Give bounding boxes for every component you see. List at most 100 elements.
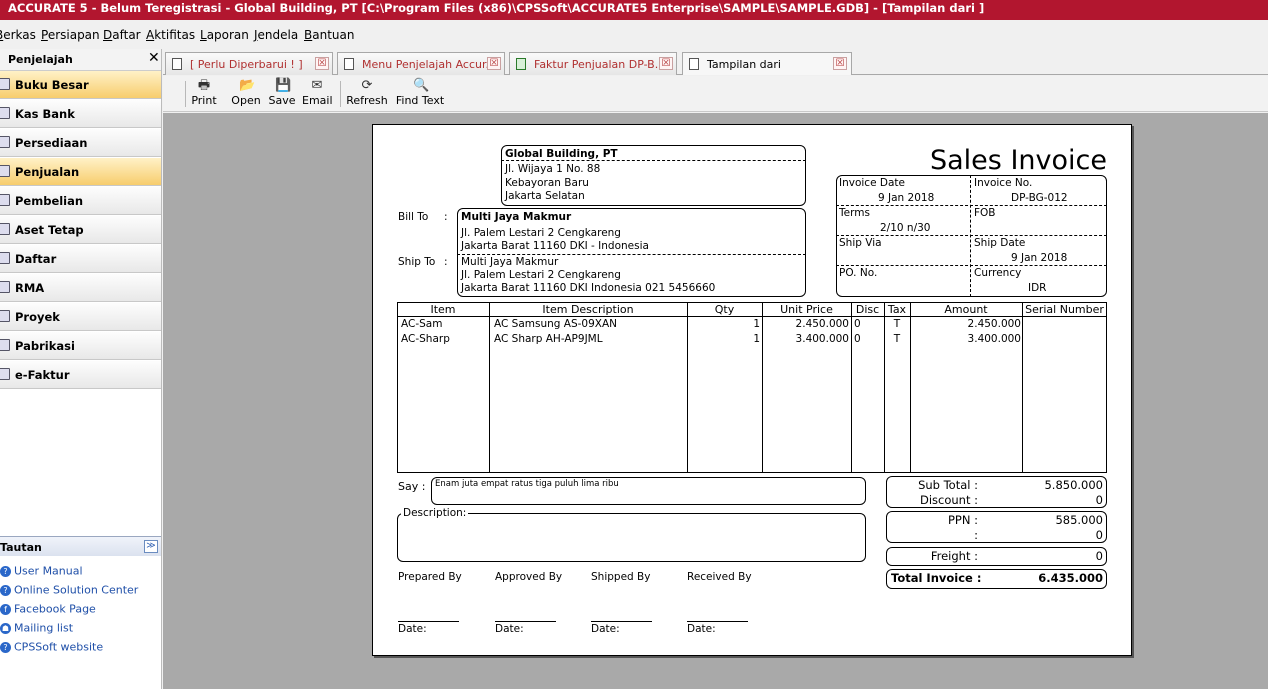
- menu-laporan[interactable]: Laporan: [200, 28, 249, 42]
- ship-to-address-2: Jakarta Barat 11160 DKI Indonesia 021 54…: [461, 282, 716, 294]
- menu-jendela[interactable]: Jendela: [254, 28, 298, 42]
- tab-faktur-penjualan[interactable]: Faktur Penjualan DP-B... ☒: [509, 52, 677, 75]
- module-icon: [0, 368, 10, 380]
- menu-aktifitas[interactable]: Aktifitas: [146, 28, 195, 42]
- divider: [501, 160, 806, 161]
- nav-item-kas-bank[interactable]: Kas Bank: [0, 100, 161, 128]
- nav-item-persediaan[interactable]: Persediaan: [0, 129, 161, 157]
- table-cell-tax: T: [893, 318, 901, 330]
- signature-line: [591, 621, 652, 622]
- other-tax-value: 0: [1095, 528, 1103, 542]
- find-text-button[interactable]: 🔍 Find Text: [395, 78, 445, 108]
- print-button[interactable]: 🖶 Print: [191, 79, 217, 108]
- help-icon: ?: [0, 584, 11, 596]
- nav-item-daftar[interactable]: Daftar: [0, 245, 161, 273]
- nav-item-penjualan[interactable]: Penjualan: [0, 158, 161, 186]
- column-divider: [1022, 302, 1023, 473]
- signature-line: [495, 621, 556, 622]
- menu-persiapan[interactable]: Persiapan: [41, 28, 100, 42]
- column-header: Serial Number: [1025, 303, 1104, 316]
- tab-label: Faktur Penjualan DP-B...: [534, 58, 666, 71]
- nav-item-buku-besar[interactable]: Buku Besar: [0, 71, 161, 99]
- menu-bantuan[interactable]: Bantuan: [304, 28, 354, 42]
- module-icon: [0, 223, 10, 235]
- terms: 2/10 n/30: [880, 222, 931, 234]
- nav-item-pembelian[interactable]: Pembelian: [0, 187, 161, 215]
- close-icon[interactable]: ✕: [148, 50, 160, 66]
- email-button[interactable]: ✉ Email: [302, 78, 333, 108]
- save-button[interactable]: 💾 Save: [268, 78, 296, 108]
- tautan-link-mailing-list[interactable]: ☗ Mailing list: [0, 621, 73, 635]
- shipped-by-label: Shipped By: [591, 571, 651, 583]
- module-icon: [0, 107, 10, 119]
- table-cell-desc: AC Sharp AH-AP9JML: [494, 333, 603, 345]
- bill-to-label: Bill To: [398, 211, 429, 223]
- help-icon: ?: [0, 565, 11, 577]
- invoice-date: 9 Jan 2018: [878, 192, 935, 204]
- tautan-link-label: Mailing list: [14, 621, 74, 635]
- divider: [836, 205, 1107, 206]
- open-button[interactable]: 📂 Open: [231, 79, 261, 108]
- module-icon: [0, 136, 10, 148]
- facebook-icon: f: [0, 603, 11, 615]
- open-label: Open: [231, 94, 261, 107]
- table-cell-item: AC-Sharp: [401, 333, 450, 345]
- nav-item-label: Kas Bank: [15, 107, 75, 121]
- nav-item-proyek[interactable]: Proyek: [0, 303, 161, 331]
- ship-to-label: Ship To: [398, 256, 436, 268]
- total-value: 6.435.000: [1038, 571, 1103, 585]
- bill-to-address-1: Jl. Palem Lestari 2 Cengkareng: [461, 227, 621, 239]
- bill-to-colon: :: [444, 211, 448, 223]
- tautan-link-cpssoft-website[interactable]: ? CPSSoft website: [0, 640, 103, 654]
- nav-item-pabrikasi[interactable]: Pabrikasi: [0, 332, 161, 360]
- discount-label: Discount :: [919, 493, 978, 507]
- currency: IDR: [1028, 282, 1047, 294]
- invoice-date-label: Invoice Date: [839, 177, 905, 189]
- tautan-link-online-solution-center[interactable]: ? Online Solution Center: [0, 583, 138, 597]
- menu-daftar[interactable]: Daftar: [103, 28, 141, 42]
- tab-perlu-diperbarui[interactable]: [ Perlu Diperbarui ! ] ☒: [165, 52, 333, 75]
- save-icon: 💾: [275, 78, 292, 93]
- nav-item-label: Proyek: [15, 310, 60, 324]
- tab-menu-penjelajah[interactable]: Menu Penjelajah Accur... ☒: [337, 52, 505, 75]
- date-label: Date:: [495, 623, 524, 635]
- email-icon: ✉: [311, 78, 323, 93]
- tab-tampilan-dari[interactable]: Tampilan dari ☒: [682, 52, 852, 75]
- tab-close-icon[interactable]: ☒: [315, 57, 329, 70]
- nav-item-label: RMA: [15, 281, 45, 295]
- ship-to-colon: :: [444, 256, 448, 268]
- say-label: Say :: [398, 480, 426, 493]
- tab-close-icon[interactable]: ☒: [487, 57, 501, 70]
- find-icon: 🔍: [413, 78, 430, 93]
- company-address-3: Jakarta Selatan: [505, 190, 585, 202]
- subtotal-value: 5.850.000: [1044, 478, 1103, 492]
- table-cell-desc: AC Samsung AS-09XAN: [494, 318, 618, 330]
- ship-date: 9 Jan 2018: [1011, 252, 1068, 264]
- nav-item-label: Pembelian: [15, 194, 84, 208]
- tab-close-icon[interactable]: ☒: [833, 57, 847, 70]
- tab-close-icon[interactable]: ☒: [659, 57, 673, 70]
- company-address-2: Kebayoran Baru: [505, 177, 589, 189]
- bill-to-address-2: Jakarta Barat 11160 DKI - Indonesia: [461, 240, 649, 252]
- say-text: Enam juta empat ratus tiga puluh lima ri…: [435, 479, 619, 489]
- nav-item-aset-tetap[interactable]: Aset Tetap: [0, 216, 161, 244]
- menu-berkas[interactable]: Berkas: [0, 28, 36, 42]
- refresh-button[interactable]: ⟳ Refresh: [346, 79, 388, 108]
- date-label: Date:: [398, 623, 427, 635]
- help-icon: ?: [0, 641, 11, 653]
- column-header: Tax: [887, 303, 907, 316]
- nav-item-label: Pabrikasi: [15, 339, 75, 353]
- nav-item-e-faktur[interactable]: e-Faktur: [0, 361, 161, 389]
- tautan-link-user-manual[interactable]: ? User Manual: [0, 564, 83, 578]
- tautan-header[interactable]: Tautan ≫: [0, 536, 161, 556]
- received-by-label: Received By: [687, 571, 752, 583]
- signature-line: [398, 621, 459, 622]
- collapse-icon[interactable]: ≫: [144, 540, 158, 553]
- discount-value: 0: [1095, 493, 1103, 507]
- tautan-link-facebook-page[interactable]: f Facebook Page: [0, 602, 96, 616]
- document-tabs: [ Perlu Diperbarui ! ] ☒ Menu Penjelajah…: [163, 49, 1268, 75]
- nav-item-rma[interactable]: RMA: [0, 274, 161, 302]
- document-icon: [172, 58, 182, 70]
- document-icon: [689, 58, 699, 70]
- date-label: Date:: [591, 623, 620, 635]
